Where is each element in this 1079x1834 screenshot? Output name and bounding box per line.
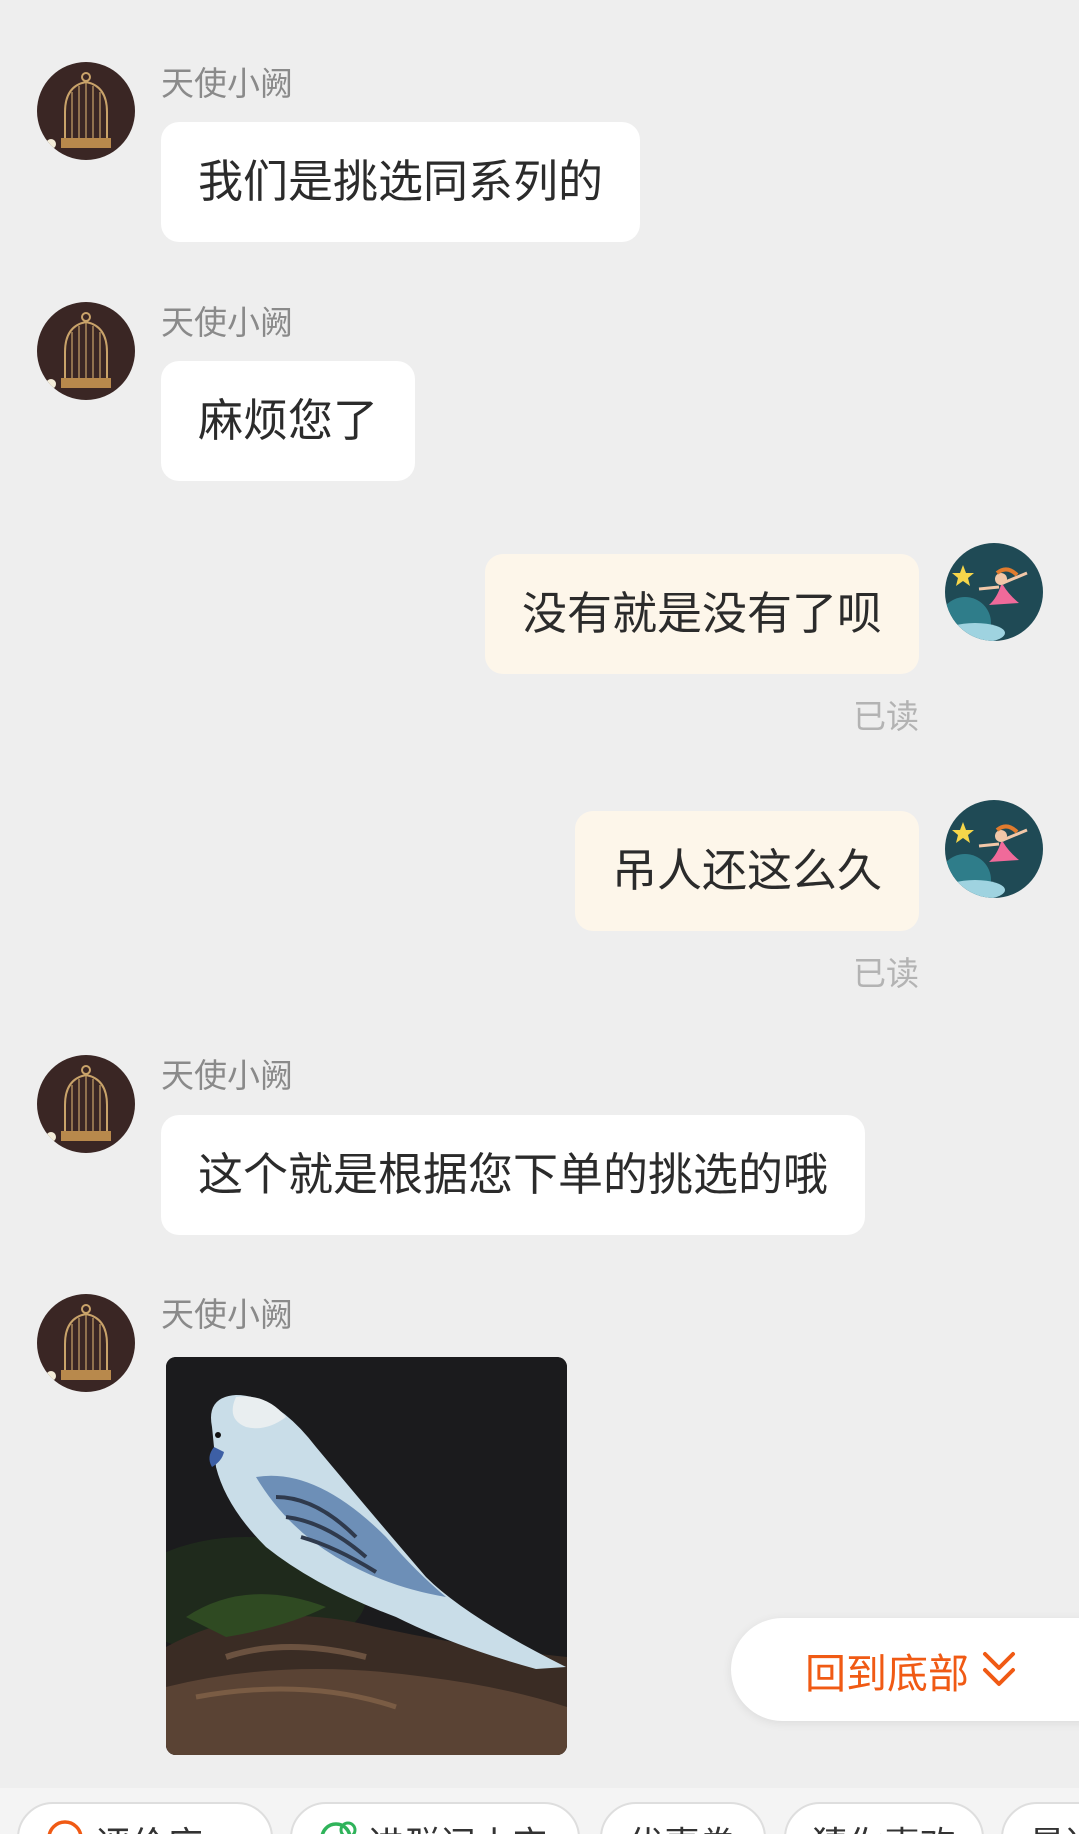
incoming-message-bubble[interactable]: 我们是挑选同系列的 bbox=[161, 122, 641, 242]
my-avatar[interactable] bbox=[945, 800, 1043, 898]
my-avatar[interactable] bbox=[945, 543, 1043, 641]
scroll-to-bottom-button[interactable]: 回到底部 bbox=[731, 1618, 1079, 1721]
birdcage-avatar-icon bbox=[37, 1055, 135, 1153]
incoming-message-bubble[interactable]: 麻烦您了 bbox=[161, 361, 416, 481]
sender-name: 天使小阙 bbox=[161, 1056, 293, 1095]
quick-action-bar: 评价店 进群问小宝 优惠券 猜你喜欢 最近 bbox=[0, 1788, 1079, 1834]
quick-action-recommendations[interactable]: 猜你喜欢 bbox=[784, 1802, 984, 1834]
birdcage-avatar-icon bbox=[37, 302, 135, 400]
contact-avatar[interactable] bbox=[37, 1294, 135, 1392]
quick-action-label: 最近 bbox=[1029, 1816, 1079, 1834]
sender-name: 天使小阙 bbox=[161, 64, 293, 103]
read-status: 已读 bbox=[853, 954, 919, 993]
scroll-to-bottom-label: 回到底部 bbox=[805, 1649, 969, 1698]
sender-name: 天使小阙 bbox=[161, 1295, 293, 1334]
quick-action-label: 评价店 bbox=[95, 1816, 203, 1834]
sender-name: 天使小阙 bbox=[161, 303, 293, 342]
contact-avatar[interactable] bbox=[37, 1055, 135, 1153]
quick-action-label: 猜你喜欢 bbox=[812, 1816, 956, 1834]
contact-avatar[interactable] bbox=[37, 62, 135, 160]
contact-avatar[interactable] bbox=[37, 302, 135, 400]
birdcage-avatar-icon bbox=[37, 62, 135, 160]
outgoing-message-bubble[interactable]: 吊人还这么久 bbox=[574, 811, 919, 931]
budgerigar-photo bbox=[166, 1357, 567, 1755]
chat-icon bbox=[320, 1821, 357, 1834]
dancer-avatar-icon bbox=[945, 800, 1043, 898]
dancer-avatar-icon bbox=[945, 543, 1043, 641]
image-message[interactable] bbox=[166, 1357, 567, 1755]
outgoing-message-bubble[interactable]: 没有就是没有了呗 bbox=[484, 554, 919, 674]
circle-icon bbox=[47, 1820, 83, 1834]
quick-action-label: 优惠券 bbox=[628, 1816, 736, 1834]
birdcage-avatar-icon bbox=[37, 1294, 135, 1392]
quick-action-rate-store[interactable]: 评价店 bbox=[17, 1802, 273, 1834]
incoming-message-bubble[interactable]: 这个就是根据您下单的挑选的哦 bbox=[161, 1115, 866, 1235]
quick-action-label: 进群问小宝 bbox=[368, 1816, 548, 1834]
quick-action-coupons[interactable]: 优惠券 bbox=[600, 1802, 766, 1834]
quick-action-join-group[interactable]: 进群问小宝 bbox=[290, 1802, 580, 1834]
read-status: 已读 bbox=[853, 697, 919, 736]
quick-action-recent[interactable]: 最近 bbox=[1001, 1802, 1079, 1834]
double-chevron-down-icon bbox=[983, 1651, 1015, 1686]
